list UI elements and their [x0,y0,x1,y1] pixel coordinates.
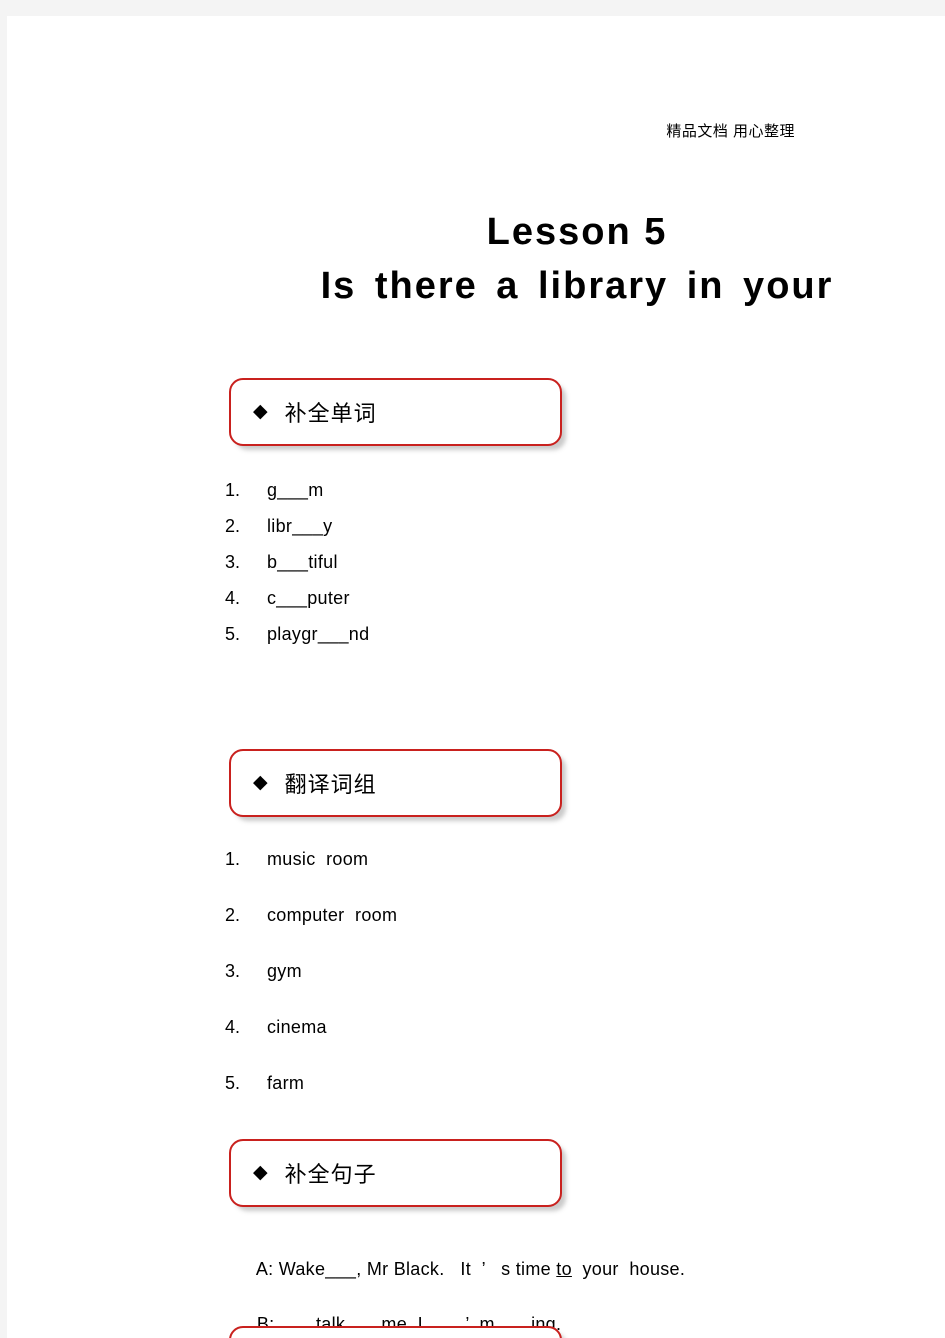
item-text: computer room [267,905,398,925]
list-item: 1. g___m [225,472,369,508]
sentence-line-a: A: Wake___, Mr Black. It ’ s time to you… [225,1238,685,1301]
item-number: 1. [225,480,241,500]
item-text: g___m [267,480,324,500]
item-number: 5. [225,624,241,644]
section-header-next-partial [229,1326,562,1338]
section-label-complete-sentences: 补全句子 [284,1163,377,1188]
sentence-a-suffix: your house. [571,1259,686,1279]
item-number: 5. [225,1073,241,1093]
item-number: 3. [225,961,241,981]
list-item: 1. music room [225,831,397,887]
section-label-complete-words: 补全单词 [284,402,377,427]
title-lesson-heading: Is there a library in your [320,265,834,307]
black-diamond-icon: ◆ [253,1161,268,1183]
item-number: 2. [225,516,241,536]
item-number: 4. [225,1017,241,1037]
list-item: 4. c___puter [225,580,369,616]
list-item: 2. libr___y [225,508,369,544]
list-item: 2. computer room [225,887,397,943]
item-number: 2. [225,905,241,925]
list-item: 3. gym [225,943,397,999]
document-page: 精品文档 用心整理 Lesson 5 Is there a library in… [7,16,945,1338]
list-item: 3. b___tiful [225,544,369,580]
item-text: c___puter [267,588,350,608]
item-text: gym [267,961,302,981]
section-header-translate-phrases: ◆ 翻译词组 [229,749,562,817]
item-text: music room [267,849,369,869]
item-text: libr___y [267,516,333,536]
page-title: Lesson 5 Is there a library in your [7,206,945,314]
section-label-translate-phrases: 翻译词组 [284,773,377,798]
section-header-complete-words: ◆ 补全单词 [229,378,562,446]
list-item: 4. cinema [225,999,397,1055]
running-header: 精品文档 用心整理 [7,120,938,141]
item-number: 1. [225,849,241,869]
page-surround: 精品文档 用心整理 Lesson 5 Is there a library in… [0,0,945,1338]
item-text: b___tiful [267,552,338,572]
list-item: 5. farm [225,1055,397,1111]
item-text: playgr___nd [267,624,370,644]
item-number: 4. [225,588,241,608]
item-number: 3. [225,552,241,572]
title-lesson-number: Lesson 5 [486,211,668,253]
section-header-complete-sentences: ◆ 补全句子 [229,1139,562,1207]
item-text: farm [267,1073,305,1093]
sentence-a-prefix: A: Wake___, Mr Black. It ’ s time [255,1259,557,1279]
sentence-a-blank-answer: to [556,1259,572,1279]
black-diamond-icon: ◆ [253,771,268,793]
list-item: 5. playgr___nd [225,616,369,652]
word-completion-list: 1. g___m 2. libr___y 3. b___tiful 4. c__… [225,472,369,652]
phrase-translation-list: 1. music room 2. computer room 3. gym 4.… [225,831,397,1111]
black-diamond-icon: ◆ [253,400,268,422]
item-text: cinema [267,1017,327,1037]
running-header-text: 精品文档 用心整理 [666,123,795,140]
